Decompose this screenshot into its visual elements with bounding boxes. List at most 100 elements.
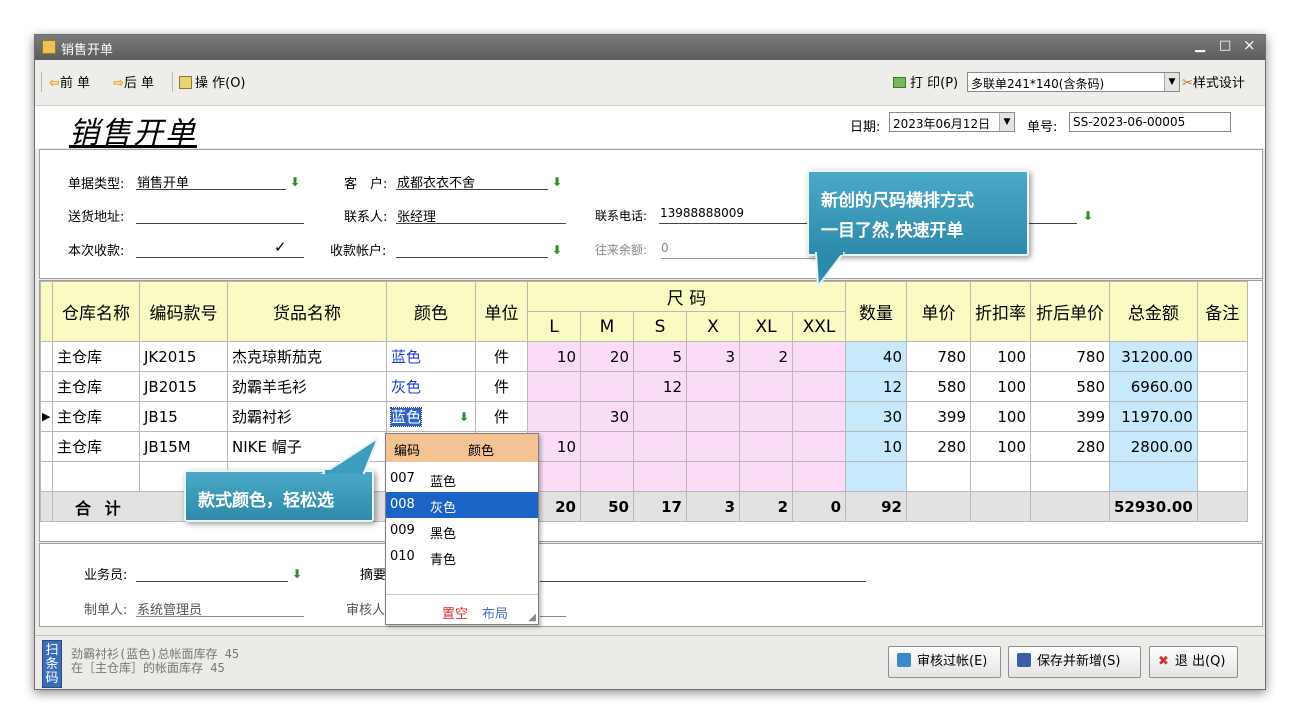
- col-size-x[interactable]: X: [686, 311, 740, 342]
- save-new-button[interactable]: 保存并新增(S): [1008, 646, 1141, 678]
- arrow-down-icon[interactable]: ⬇: [459, 410, 469, 424]
- chevron-down-icon[interactable]: ▼: [999, 113, 1014, 131]
- exit-button[interactable]: ✖ 退 出(Q): [1149, 646, 1238, 678]
- col-size-s[interactable]: S: [633, 311, 687, 342]
- cell-discount[interactable]: [970, 461, 1031, 492]
- cell-size[interactable]: [686, 401, 740, 432]
- table-row[interactable]: 主仓库 JB15M NIKE 帽子 10 10 280 100 280 2800…: [40, 431, 1248, 462]
- cell-remark[interactable]: [1196, 461, 1248, 492]
- cell-price[interactable]: [906, 461, 971, 492]
- cell-size[interactable]: 10: [527, 341, 581, 372]
- cell-color[interactable]: 蓝色: [386, 341, 476, 372]
- cell-discount[interactable]: 100: [970, 431, 1031, 462]
- summary-field[interactable]: [540, 564, 866, 582]
- print-button[interactable]: 打 印(P): [893, 72, 958, 91]
- dropdown-option-selected[interactable]: 008 灰色: [386, 492, 538, 518]
- clear-button[interactable]: 置空: [442, 603, 468, 622]
- color-dropdown[interactable]: 编码 颜色 007 蓝色 008 灰色 009 黑色 010 青色 置空 布局 ◢: [385, 433, 539, 625]
- doc-type-field[interactable]: 销售开单: [136, 172, 286, 191]
- cell-unit[interactable]: 件: [475, 341, 528, 372]
- cell-size[interactable]: [527, 371, 581, 402]
- cell-size[interactable]: [739, 431, 793, 462]
- cell-price[interactable]: 399: [906, 401, 971, 432]
- cell-unit[interactable]: 件: [475, 371, 528, 402]
- cell-name[interactable]: 劲霸衬衫: [227, 401, 387, 432]
- check-icon[interactable]: ✓: [274, 238, 287, 256]
- cell-disc-price[interactable]: 280: [1030, 431, 1110, 462]
- col-color[interactable]: 颜色: [386, 281, 476, 342]
- col-amount[interactable]: 总金额: [1109, 281, 1198, 342]
- cell-disc-price[interactable]: 580: [1030, 371, 1110, 402]
- arrow-down-icon[interactable]: ⬇: [292, 567, 302, 581]
- cell-remark[interactable]: [1196, 341, 1248, 372]
- account-field[interactable]: [396, 240, 548, 258]
- col-remark[interactable]: 备注: [1196, 281, 1248, 342]
- dropdown-option[interactable]: 010 青色: [386, 544, 538, 570]
- cell-size[interactable]: [792, 431, 846, 462]
- cell-warehouse[interactable]: 主仓库: [52, 431, 140, 462]
- arrow-down-icon[interactable]: ⬇: [1083, 209, 1093, 223]
- cell-size[interactable]: [580, 431, 634, 462]
- col-code[interactable]: 编码款号: [139, 281, 228, 342]
- cell-color-editor[interactable]: 蓝色 ⬇: [386, 401, 476, 432]
- cell-size[interactable]: [633, 431, 687, 462]
- cell-size[interactable]: [633, 401, 687, 432]
- contact-field[interactable]: 张经理: [396, 206, 566, 225]
- cell-warehouse[interactable]: 主仓库: [52, 371, 140, 402]
- cell-size[interactable]: [527, 401, 581, 432]
- cell-code[interactable]: JB15: [139, 401, 228, 432]
- col-discount[interactable]: 折扣率: [970, 281, 1031, 342]
- cell-name[interactable]: 杰克琼斯茄克: [227, 341, 387, 372]
- arrow-down-icon[interactable]: ⬇: [290, 175, 300, 189]
- style-design-button[interactable]: ✂样式设计: [1182, 72, 1245, 91]
- date-field[interactable]: 2023年06月12日 ▼: [889, 112, 1015, 132]
- cell-size[interactable]: [792, 371, 846, 402]
- cell-size[interactable]: 20: [580, 341, 634, 372]
- cell-warehouse[interactable]: 主仓库: [52, 341, 140, 372]
- col-size-l[interactable]: L: [527, 311, 581, 342]
- cell-code[interactable]: JB2015: [139, 371, 228, 402]
- salesman-field[interactable]: [136, 564, 288, 582]
- minimize-button[interactable]: ▁: [1195, 38, 1205, 53]
- customer-field[interactable]: 成都衣衣不舍: [396, 172, 548, 191]
- col-size-xxl[interactable]: XXL: [792, 311, 846, 342]
- dropdown-option[interactable]: 009 黑色: [386, 518, 538, 544]
- cell-size[interactable]: [686, 431, 740, 462]
- cell-size[interactable]: 2: [739, 341, 793, 372]
- cell-size[interactable]: [686, 461, 740, 492]
- cell-size[interactable]: [686, 371, 740, 402]
- cell-remark[interactable]: [1196, 431, 1248, 462]
- arrow-down-icon[interactable]: ⬇: [552, 175, 562, 189]
- cell-size[interactable]: 30: [580, 401, 634, 432]
- prev-button[interactable]: ⇦前 单: [49, 72, 90, 91]
- cell-name[interactable]: 劲霸羊毛衫: [227, 371, 387, 402]
- col-size-m[interactable]: M: [580, 311, 634, 342]
- resize-grip-icon[interactable]: ◢: [528, 612, 536, 623]
- table-row[interactable]: 主仓库 JB2015 劲霸羊毛衫 灰色 件 12 12 580 100 580 …: [40, 371, 1248, 402]
- cell-price[interactable]: 580: [906, 371, 971, 402]
- cell-code[interactable]: JB15M: [139, 431, 228, 462]
- cell-discount[interactable]: 100: [970, 341, 1031, 372]
- cell-remark[interactable]: [1196, 371, 1248, 402]
- cell-size[interactable]: [633, 461, 687, 492]
- cell-size[interactable]: [792, 341, 846, 372]
- cell-disc-price[interactable]: 780: [1030, 341, 1110, 372]
- arrow-down-icon[interactable]: ⬇: [552, 243, 562, 257]
- col-price[interactable]: 单价: [906, 281, 971, 342]
- cell-size[interactable]: [580, 371, 634, 402]
- cell-size[interactable]: 5: [633, 341, 687, 372]
- layout-button[interactable]: 布局: [482, 603, 508, 622]
- cell-warehouse[interactable]: 主仓库: [52, 401, 140, 432]
- doc-no-field[interactable]: SS-2023-06-00005: [1069, 112, 1231, 132]
- table-row[interactable]: 主仓库 JK2015 杰克琼斯茄克 蓝色 件 10 20 5 3 2 40 78…: [40, 341, 1248, 372]
- cell-discount[interactable]: 100: [970, 371, 1031, 402]
- dropdown-option[interactable]: 007 蓝色: [386, 466, 538, 492]
- cell-size[interactable]: [739, 461, 793, 492]
- cell-size[interactable]: [739, 371, 793, 402]
- cell-disc-price[interactable]: [1030, 461, 1110, 492]
- maximize-button[interactable]: □: [1219, 38, 1231, 53]
- cell-size[interactable]: [792, 461, 846, 492]
- address-field[interactable]: [136, 206, 304, 224]
- cell-size[interactable]: [580, 461, 634, 492]
- col-disc-price[interactable]: 折后单价: [1030, 281, 1110, 342]
